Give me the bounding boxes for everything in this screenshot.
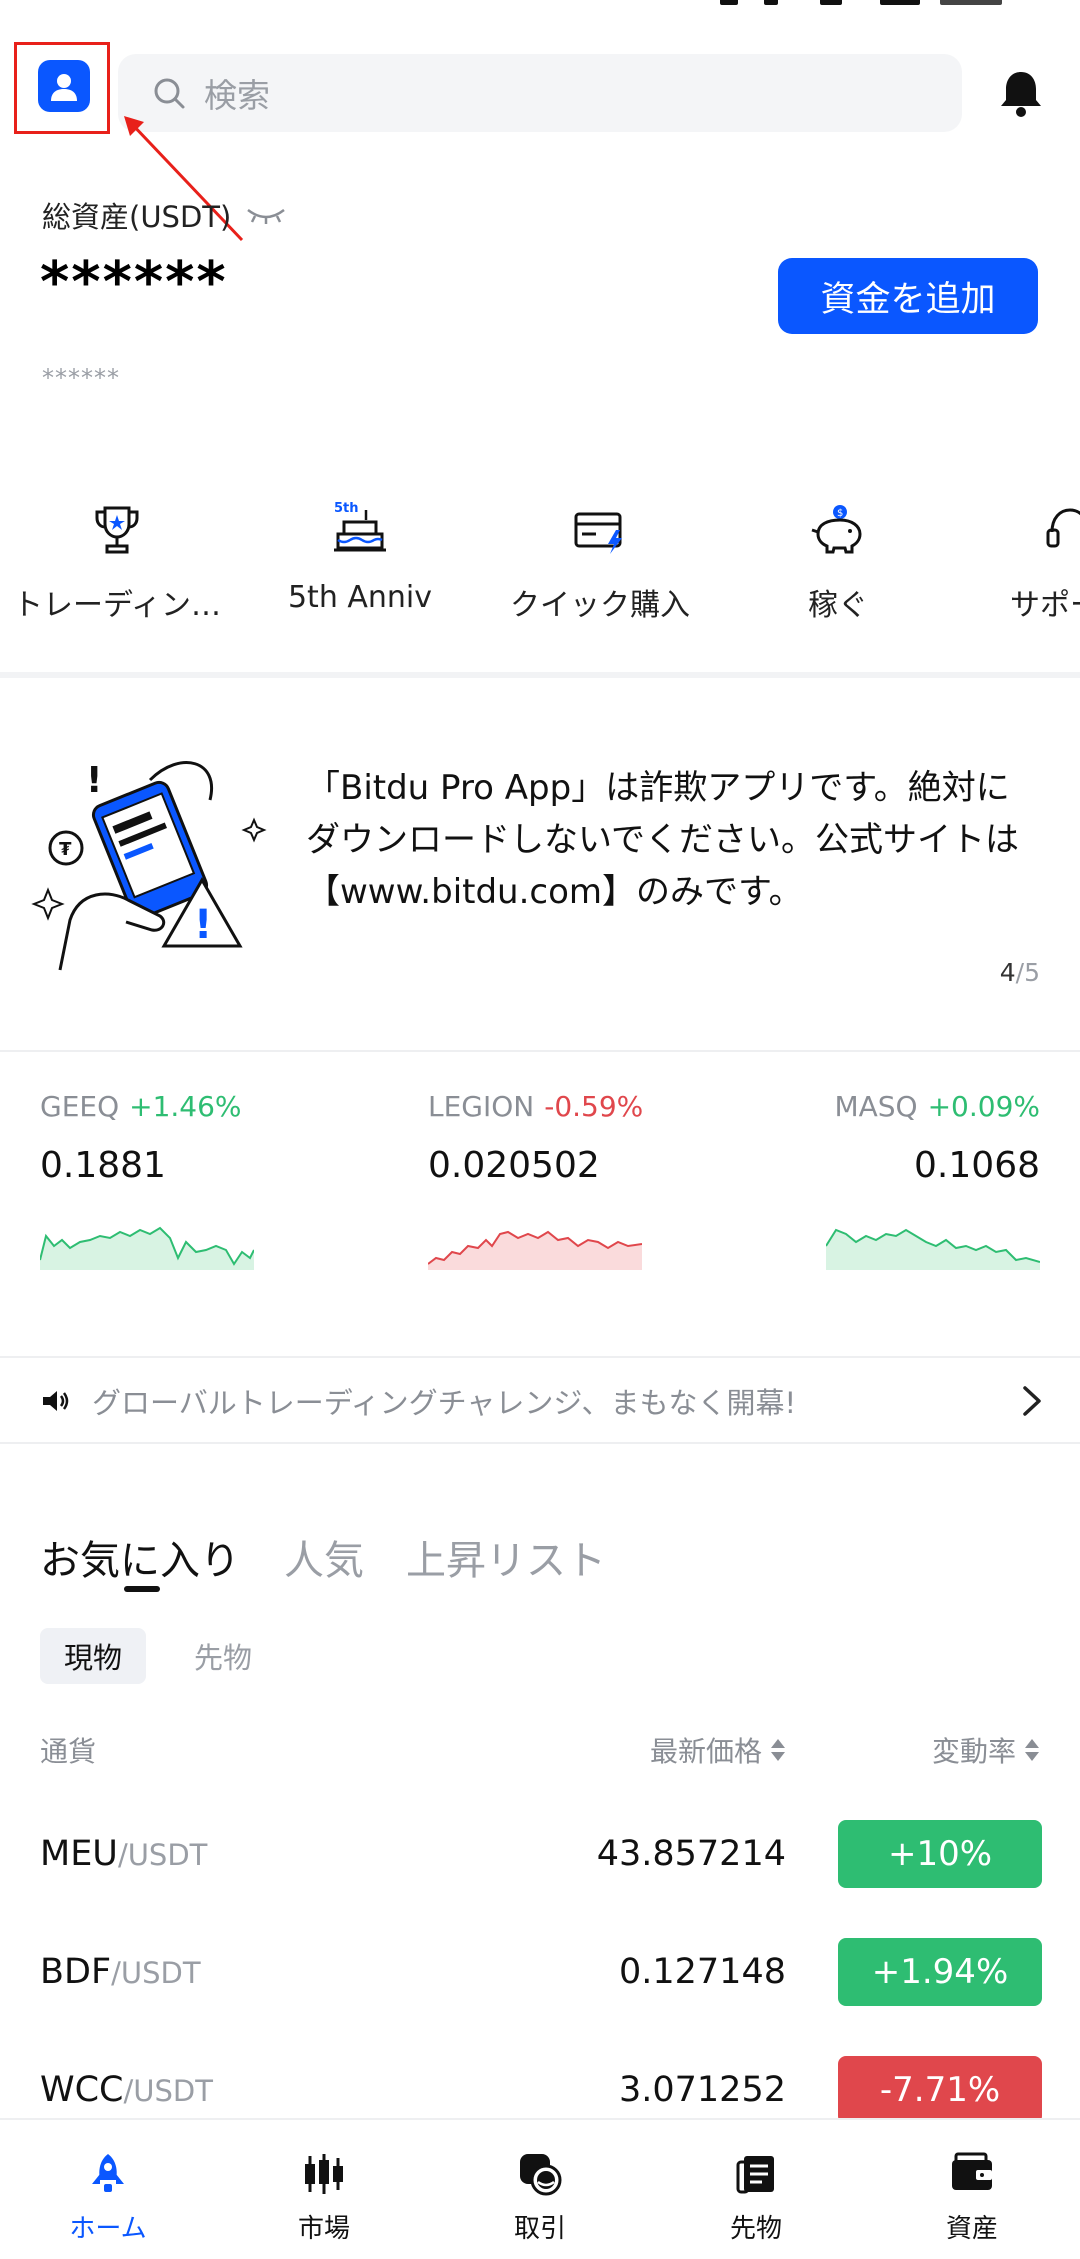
support-icon (1046, 508, 1080, 548)
subtab-spot[interactable]: 現物 (40, 1628, 146, 1684)
ticker-sparkline (427, 1230, 643, 1270)
svg-text:$: $ (837, 508, 843, 519)
tab-favorites[interactable]: お気に入り (40, 1528, 240, 1586)
chevron-right-icon[interactable] (1020, 1384, 1044, 1418)
section-divider (0, 1356, 1080, 1358)
subtab-futures[interactable]: 先物 (170, 1628, 276, 1684)
header: 検索 (0, 0, 1080, 242)
trade-icon (520, 2154, 562, 2196)
ticker-strip: GEEQ +1.46% 0.1881 LEGION -0.59% 0.020502 … (0, 1090, 1080, 1320)
nav-assets[interactable]: 資産 (864, 2120, 1080, 2259)
nav-home[interactable]: ホーム (0, 2120, 216, 2259)
total-assets-label: 総資産(USDT) (42, 194, 287, 236)
banner-message: 「Bitdu Pro App」は詐欺アプリです。絶対にダウンロードしないでくださ… (306, 768, 1019, 912)
anniversary-cake-icon: 5th (334, 501, 386, 552)
nav-markets[interactable]: 市場 (216, 2120, 432, 2259)
bottom-navigation: ホーム 市場 取引 先物 資産 (0, 2118, 1080, 2259)
ticker-card[interactable]: MASQ +0.09% 0.1068 (825, 1090, 1041, 1274)
nav-futures[interactable]: 先物 (648, 2120, 864, 2259)
sort-icon (1025, 1739, 1039, 1761)
quick-action-support[interactable]: サポート (960, 500, 1080, 630)
quick-action-anniversary[interactable]: 5th 5th Anniv (250, 500, 470, 630)
announcement-text: グローバルトレーディングチャレンジ、まもなく開幕! (92, 1386, 797, 1420)
pair-name: BDF/USDT (40, 1952, 201, 1992)
total-assets-value: ****** (40, 250, 228, 315)
banner-pagination: 4/5 (999, 958, 1040, 987)
trophy-icon (95, 506, 139, 554)
table-row[interactable]: BDF/USDT 0.127148 +1.94% (0, 1938, 1080, 2010)
ticker-sparkline (825, 1228, 1041, 1270)
ticker-change: +0.09% (927, 1090, 1040, 1123)
change-badge[interactable]: +10% (838, 1820, 1042, 1888)
quick-action-quick-buy[interactable]: クイック購入 (490, 500, 710, 630)
scam-warning-illustration: ! ₮ ! (31, 760, 267, 971)
ticker-change: +1.46% (129, 1090, 242, 1123)
nav-trade[interactable]: 取引 (432, 2120, 648, 2259)
sort-icon (771, 1739, 785, 1761)
tab-gainers[interactable]: 上昇リスト (406, 1528, 606, 1586)
quick-action-trading[interactable]: トレーディン… (7, 500, 227, 630)
tab-active-indicator (124, 1586, 160, 1592)
market-table-header: 通貨 最新価格 変動率 (0, 1730, 1080, 1770)
change-badge[interactable]: -7.71% (838, 2056, 1042, 2124)
announcement-banner[interactable]: ! ₮ ! 「Bitdu Pro App」は詐欺アプリです。絶対にダウンロードし… (0, 680, 1080, 1050)
ticker-symbol: LEGION (428, 1090, 535, 1123)
piggy-bank-icon: $ (811, 505, 862, 554)
profile-icon (51, 74, 77, 101)
section-divider (0, 672, 1080, 678)
column-currency: 通貨 (40, 1735, 97, 1768)
column-change-rate[interactable]: 変動率 (932, 1730, 1040, 1770)
search-icon (154, 78, 185, 109)
change-badge[interactable]: +1.94% (838, 1938, 1042, 2006)
last-price: 43.857214 (596, 1834, 786, 1874)
quick-action-earn[interactable]: $ 稼ぐ (728, 500, 948, 630)
ticker-change: -0.59% (544, 1090, 644, 1123)
ticker-card[interactable]: LEGION -0.59% 0.020502 (427, 1090, 768, 1274)
pair-name: MEU/USDT (40, 1834, 208, 1874)
last-price: 3.071252 (618, 2070, 786, 2110)
svg-text:!: ! (194, 902, 212, 948)
section-divider (0, 1442, 1080, 1444)
add-funds-button[interactable]: 資金を追加 (778, 258, 1038, 334)
home-rocket-icon (92, 2154, 124, 2192)
ticker-sparkline (39, 1226, 255, 1270)
futures-icon (736, 2156, 774, 2194)
ticker-price: 0.1881 (40, 1145, 166, 1186)
pair-name: WCC/USDT (40, 2070, 213, 2110)
last-price: 0.127148 (618, 1952, 786, 1992)
svg-text:5th: 5th (334, 501, 359, 516)
status-bar (0, 0, 1080, 6)
ticker-card[interactable]: GEEQ +1.46% 0.1881 (39, 1090, 380, 1274)
ticker-price: 0.020502 (428, 1145, 600, 1186)
tab-popular[interactable]: 人気 (284, 1528, 364, 1586)
quick-actions: トレーディン… 5th 5th Anniv クイック購入 $ 稼ぐ サポ (0, 500, 1080, 630)
ticker-price: 0.1068 (914, 1145, 1040, 1186)
speaker-icon (43, 1391, 69, 1411)
svg-text:₮: ₮ (59, 839, 72, 860)
candlestick-icon (305, 2154, 343, 2194)
profile-button[interactable] (38, 60, 90, 112)
table-row[interactable]: MEU/USDT 43.857214 +10% (0, 1820, 1080, 1892)
eye-closed-icon[interactable] (245, 204, 287, 226)
svg-text:!: ! (86, 760, 102, 801)
ticker-symbol: MASQ (834, 1090, 918, 1123)
total-assets-fiat-value: ****** (42, 364, 120, 392)
column-last-price[interactable]: 最新価格 (650, 1730, 786, 1770)
ticker-symbol: GEEQ (40, 1090, 120, 1123)
wallet-icon (952, 2152, 992, 2190)
section-divider (0, 1050, 1080, 1052)
bell-icon[interactable] (998, 68, 1044, 118)
announcement-ticker[interactable]: グローバルトレーディングチャレンジ、まもなく開幕! (0, 1360, 1080, 1442)
card-buy-icon (574, 512, 622, 554)
